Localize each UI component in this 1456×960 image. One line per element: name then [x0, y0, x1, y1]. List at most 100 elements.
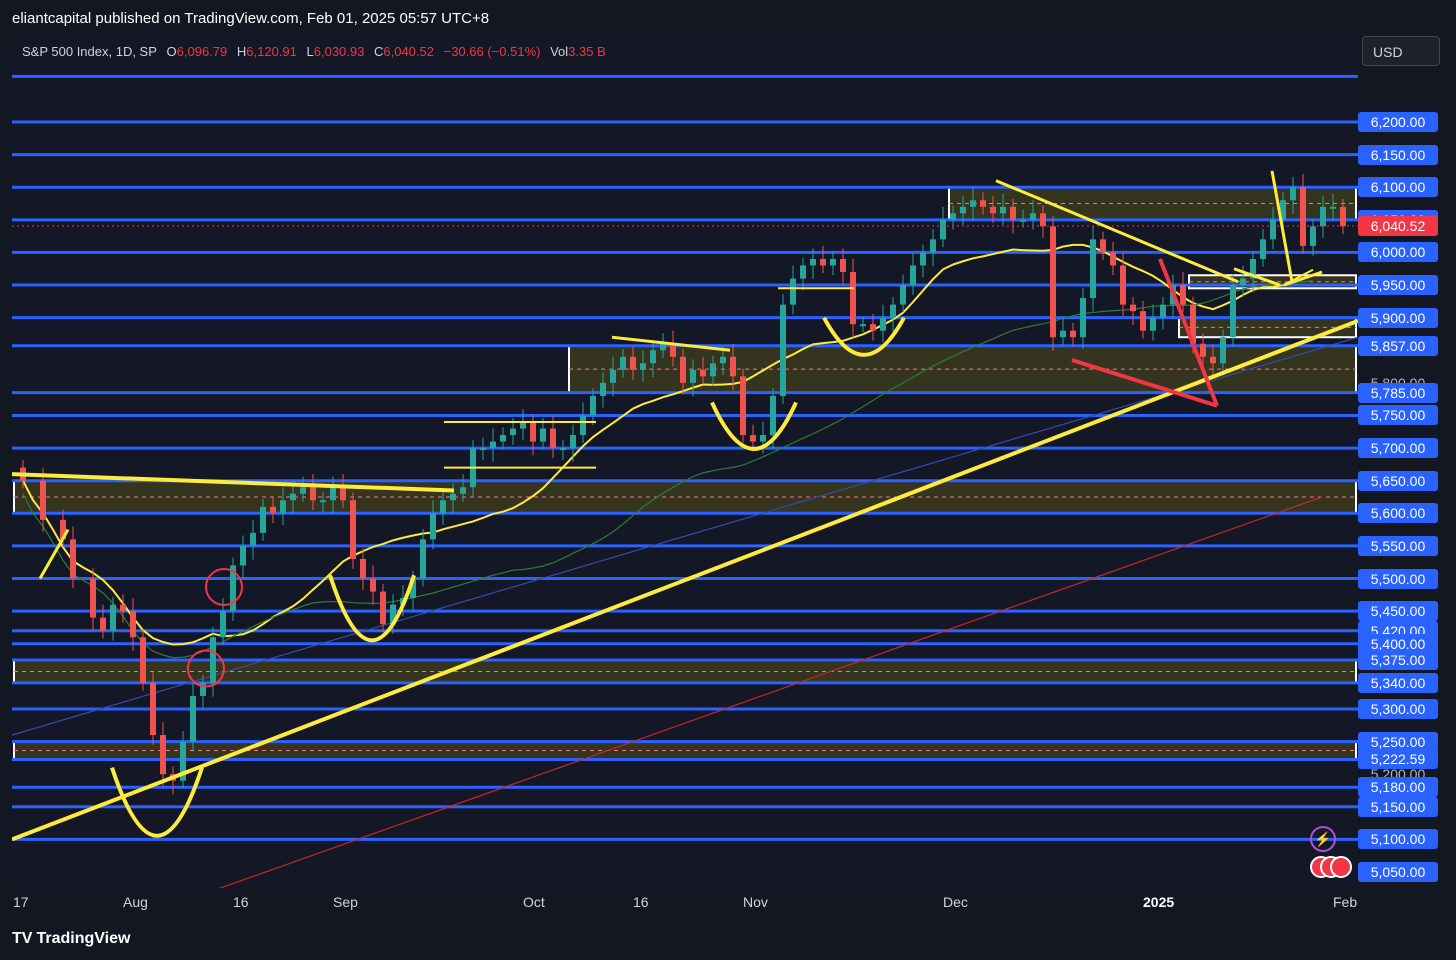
candle-body [1080, 298, 1086, 338]
candle-body [330, 487, 336, 501]
candle-body [100, 617, 106, 631]
price-label: 5,340.00 [1358, 672, 1438, 693]
candle-body [620, 356, 626, 370]
candle-body [960, 206, 966, 214]
candle-body [70, 539, 76, 579]
candle-body [1130, 304, 1136, 312]
time-axis-tick: Oct [523, 894, 545, 910]
candle-body [360, 558, 366, 579]
candle-body [110, 604, 116, 631]
symbol-name[interactable]: S&P 500 Index, 1D, SP [22, 44, 157, 59]
candle-body [650, 350, 656, 364]
footer: TV TradingView [0, 916, 1456, 960]
candle-body [1240, 278, 1246, 286]
candle-body [1340, 206, 1346, 227]
symbol-info-bar: S&P 500 Index, 1D, SP O6,096.79 H6,120.9… [22, 44, 606, 59]
candle-body [240, 545, 246, 566]
time-axis-tick: 16 [633, 894, 649, 910]
time-axis-tick: 16 [233, 894, 249, 910]
price-label: 6,100.00 [1358, 177, 1438, 198]
candle-body [210, 637, 216, 683]
candle-body [270, 506, 276, 514]
candle-body [810, 258, 816, 266]
candle-body [760, 435, 766, 442]
candle-body [460, 487, 466, 494]
candle-body [820, 258, 826, 266]
candle-body [730, 356, 736, 377]
candle-body [150, 682, 156, 736]
highlight-circle [205, 568, 243, 606]
candle-body [710, 363, 716, 377]
time-axis-tick: Dec [943, 894, 968, 910]
candle-body [940, 219, 946, 240]
candle-body [430, 513, 436, 540]
candle-body [640, 363, 646, 370]
price-label: 5,950.00 [1358, 275, 1438, 296]
tv-logo-icon: TV [12, 930, 33, 947]
candle-body [1210, 356, 1216, 364]
candle-body [780, 304, 786, 396]
candle-body [1090, 239, 1096, 299]
currency-button[interactable]: USD [1362, 36, 1440, 66]
candle-body [260, 506, 266, 533]
candle-body [1300, 187, 1306, 246]
candle-body [990, 206, 996, 214]
price-label: 5,650.00 [1358, 470, 1438, 491]
candle-body [880, 317, 886, 331]
candle-body [700, 369, 706, 377]
candle-body [120, 604, 126, 612]
price-label: 6,150.00 [1358, 144, 1438, 165]
candle-body [160, 735, 166, 775]
candle-body [540, 428, 546, 442]
time-axis-tick: 17 [13, 894, 29, 910]
trendline-segment [38, 528, 70, 580]
candle-body [380, 591, 386, 625]
candle-body [340, 487, 346, 501]
chart-plot-area[interactable]: S&P 500 Index, 1D, SP O6,096.79 H6,120.9… [12, 38, 1358, 888]
candle-body [750, 435, 756, 442]
open-value: 6,096.79 [176, 44, 228, 59]
candle-body [1290, 187, 1296, 201]
candle-body [480, 448, 486, 451]
candle-body [140, 637, 146, 683]
price-label: 5,150.00 [1358, 796, 1438, 817]
candle-body [1140, 311, 1146, 331]
price-label: 5,600.00 [1358, 503, 1438, 524]
candle-body [280, 500, 286, 514]
moving-average-50 [22, 280, 1314, 659]
price-label: 5,100.00 [1358, 829, 1438, 850]
price-label: 5,550.00 [1358, 535, 1438, 556]
time-axis-tick: Sep [333, 894, 358, 910]
candle-body [800, 265, 806, 279]
candle-body [840, 258, 846, 272]
time-axis-tick: Aug [123, 894, 148, 910]
cup-pattern-curve [110, 767, 204, 838]
vol-value: 3.35 B [568, 44, 606, 59]
candle-body [1070, 330, 1076, 338]
price-label: 5,700.00 [1358, 438, 1438, 459]
candle-body [530, 422, 536, 442]
us-flag-icon[interactable] [1330, 856, 1352, 878]
candle-body [1150, 317, 1156, 331]
price-label: 5,900.00 [1358, 307, 1438, 328]
vol-label: Vol [550, 44, 569, 59]
time-axis-tick: Nov [743, 894, 768, 910]
candle-body [1010, 206, 1016, 220]
tradingview-logo[interactable]: TV TradingView [12, 930, 130, 948]
candle-body [560, 448, 566, 451]
candle-body [1020, 219, 1026, 222]
candle-body [500, 435, 506, 442]
candle-body [1000, 206, 1006, 214]
moving-average-200 [218, 496, 1323, 888]
alert-icon[interactable]: ⚡ [1310, 826, 1336, 852]
candle-body [920, 252, 926, 266]
time-axis[interactable]: 17 Aug 16 Sep Oct 16 Nov Dec 2025 Feb [0, 888, 1358, 916]
candle-body [770, 395, 776, 436]
candle-body [740, 376, 746, 436]
time-axis-tick: Feb [1333, 894, 1358, 910]
candle-body [1200, 343, 1206, 357]
open-label: O [166, 44, 177, 59]
logo-text: TradingView [36, 930, 131, 947]
candle-body [570, 435, 576, 449]
candle-body [690, 369, 696, 383]
